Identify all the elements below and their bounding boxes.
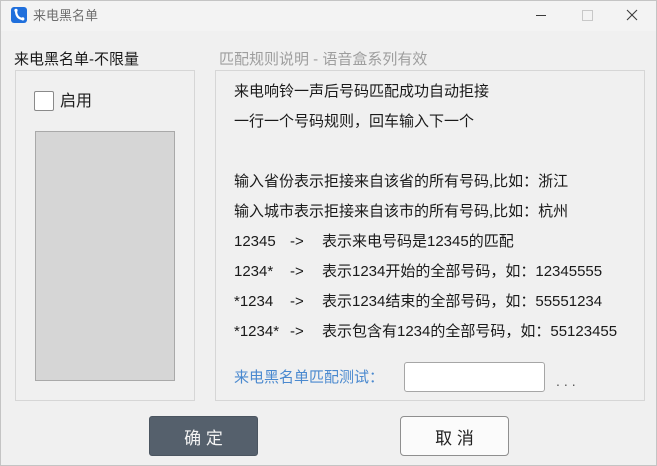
match-test-label: 来电黑名单匹配测试：	[234, 369, 385, 386]
rule-intro-line: 一行一个号码规则，回车输入下一个	[234, 113, 475, 130]
match-test-input[interactable]	[404, 362, 545, 392]
enable-checkbox[interactable]	[34, 91, 54, 111]
rule-pattern-row: *1234 -> 表示1234结束的全部号码，如：55551234	[234, 287, 639, 317]
rule-arrow: ->	[290, 293, 304, 310]
blacklist-heading: 来电黑名单-不限量	[14, 51, 139, 68]
close-button[interactable]	[609, 0, 655, 31]
rule-description: 表示1234结束的全部号码，如：55551234	[322, 293, 603, 310]
rule-arrow: ->	[290, 263, 304, 280]
title-bar: 来电黑名单	[0, 0, 657, 31]
rule-region-line: 输入省份表示拒接来自该省的所有号码,比如：浙江	[234, 173, 569, 190]
cancel-button[interactable]: 取 消	[400, 416, 509, 456]
enable-checkbox-row[interactable]: 启用	[34, 91, 124, 113]
rule-description: 表示来电号码是12345的匹配	[322, 233, 514, 250]
rule-region-line: 输入城市表示拒接来自该市的所有号码,比如：杭州	[234, 203, 569, 220]
rule-pattern-row: *1234* -> 表示包含有1234的全部号码，如：55123455	[234, 317, 639, 347]
rule-pattern-row: 12345 -> 表示来电号码是12345的匹配	[234, 227, 639, 257]
rule-intro-line: 来电响铃一声后号码匹配成功自动拒接	[234, 83, 490, 100]
maximize-icon	[582, 10, 593, 21]
rule-pattern: *1234*	[234, 323, 280, 340]
blacklist-numbers-textarea[interactable]	[35, 131, 175, 381]
minimize-button[interactable]	[518, 0, 564, 31]
rule-arrow: ->	[290, 233, 304, 250]
minimize-icon	[536, 15, 546, 16]
enable-label: 启用	[60, 93, 93, 110]
rule-pattern: 1234*	[234, 263, 274, 280]
rule-pattern: *1234	[234, 293, 274, 310]
dialog-window: 来电黑名单 来电黑名单-不限量 匹配规则说明 - 语音盒系列有效 启用 来电响铃…	[0, 0, 657, 466]
ok-button[interactable]: 确 定	[149, 416, 258, 456]
window-title: 来电黑名单	[33, 8, 99, 23]
rules-text: 来电响铃一声后号码匹配成功自动拒接 一行一个号码规则，回车输入下一个 输入省份表…	[234, 77, 639, 347]
rules-heading: 匹配规则说明 - 语音盒系列有效	[219, 51, 428, 68]
rule-arrow: ->	[290, 323, 304, 340]
match-test-result: ...	[556, 373, 580, 389]
rule-description: 表示1234开始的全部号码，如：12345555	[322, 263, 603, 280]
maximize-button	[564, 0, 610, 31]
rules-panel: 来电响铃一声后号码匹配成功自动拒接 一行一个号码规则，回车输入下一个 输入省份表…	[215, 70, 645, 401]
phone-app-icon	[11, 7, 27, 23]
rule-pattern: 12345	[234, 233, 276, 250]
close-icon	[626, 9, 638, 21]
rule-description: 表示包含有1234的全部号码，如：55123455	[322, 323, 618, 340]
rule-pattern-row: 1234* -> 表示1234开始的全部号码，如：12345555	[234, 257, 639, 287]
blacklist-panel: 启用	[15, 70, 195, 401]
